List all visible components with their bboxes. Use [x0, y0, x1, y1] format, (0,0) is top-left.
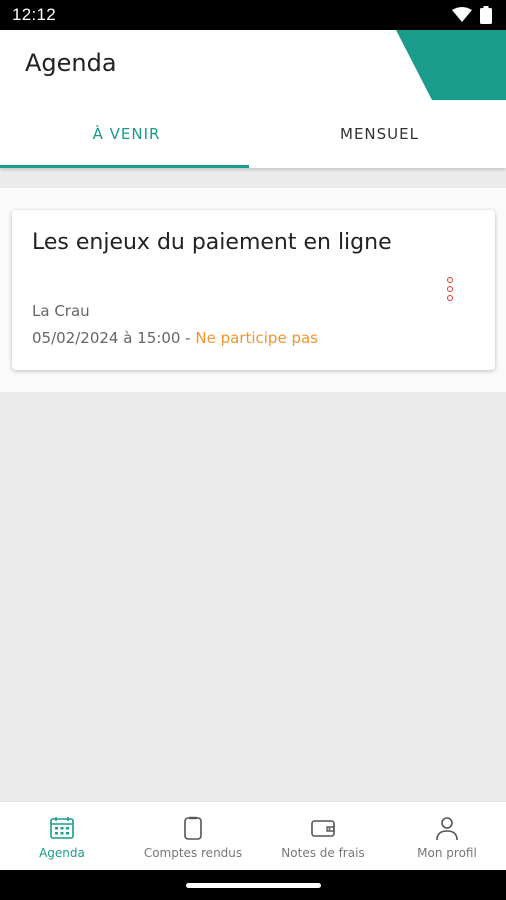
tab-monthly[interactable]: MENSUEL: [253, 100, 506, 168]
user-icon: [434, 814, 460, 842]
nav-item-notes-de-frais[interactable]: Notes de frais: [268, 802, 378, 871]
nav-item-mon-profil[interactable]: Mon profil: [405, 802, 489, 871]
event-participation-status: Ne participe pas: [195, 329, 318, 347]
app-header: Agenda: [0, 30, 506, 100]
event-datetime: 05/02/2024 à 15:00 -: [32, 329, 196, 347]
nav-label-comptes-rendus: Comptes rendus: [143, 846, 243, 860]
nav-item-agenda[interactable]: Agenda: [22, 802, 102, 871]
nav-label-mon-profil: Mon profil: [417, 846, 477, 860]
tab-upcoming[interactable]: À VENIR: [0, 100, 253, 168]
event-card[interactable]: Les enjeux du paiement en ligne La Crau …: [12, 210, 495, 370]
tab-bar: À VENIR MENSUEL: [0, 100, 506, 168]
bottom-navigation: Agenda Comptes rendus Notes de frais Mon…: [0, 801, 506, 870]
event-title: Les enjeux du paiement en ligne: [32, 230, 392, 255]
battery-icon: [480, 6, 492, 24]
header-decoration-shape: [396, 30, 506, 100]
more-vert-icon-dot: [447, 286, 453, 292]
status-time: 12:12: [12, 5, 57, 24]
more-options-button[interactable]: [438, 272, 462, 306]
event-location: La Crau: [32, 302, 90, 320]
active-tab-indicator: [0, 165, 249, 168]
event-datetime-line: 05/02/2024 à 15:00 - Ne participe pas: [32, 329, 318, 347]
page-title: Agenda: [25, 49, 117, 77]
nav-label-notes-de-frais: Notes de frais: [281, 846, 365, 860]
calendar-icon: [49, 814, 75, 842]
status-bar: 12:12: [0, 0, 506, 30]
wallet-icon: [310, 814, 336, 842]
more-vert-icon-dot: [447, 295, 453, 301]
system-navigation-bar: [0, 870, 506, 900]
home-gesture-handle[interactable]: [186, 883, 321, 888]
wifi-icon: [452, 7, 472, 22]
clipboard-icon: [182, 814, 204, 842]
nav-item-comptes-rendus[interactable]: Comptes rendus: [132, 802, 254, 871]
more-vert-icon: [447, 277, 453, 283]
status-icons: [452, 6, 492, 24]
nav-label-agenda: Agenda: [39, 846, 85, 860]
